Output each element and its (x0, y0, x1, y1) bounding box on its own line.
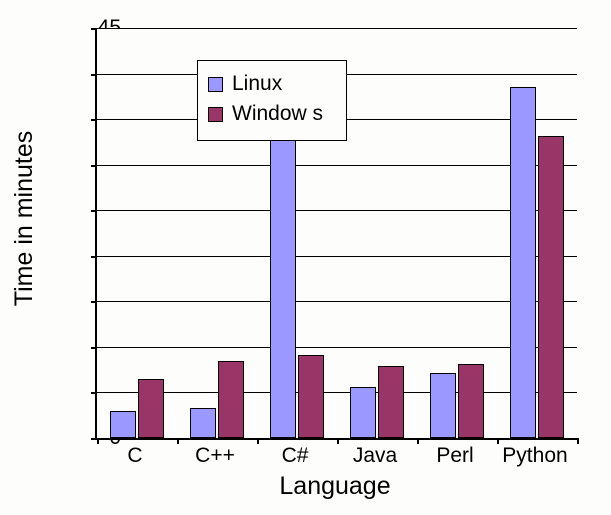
y-tick-mark (91, 347, 97, 349)
legend-item-linux: Linux (208, 69, 336, 99)
legend: Linux Window s (197, 60, 347, 141)
grid-line (97, 347, 577, 348)
grid-line (97, 301, 577, 302)
bar-windows (298, 355, 324, 438)
grid-line (97, 28, 577, 29)
grid-line (97, 256, 577, 257)
legend-label-windows: Window s (232, 99, 323, 129)
bar-linux (510, 87, 536, 438)
bar-windows (458, 364, 484, 438)
grid-line (97, 165, 577, 166)
legend-label-linux: Linux (232, 69, 282, 99)
x-axis-title: Language (279, 472, 390, 501)
x-tick-mark (577, 438, 579, 444)
bar-windows (218, 361, 244, 438)
legend-swatch-windows (208, 107, 223, 122)
y-tick-mark (91, 74, 97, 76)
legend-item-windows: Window s (208, 99, 336, 129)
x-tick-mark (337, 438, 339, 444)
grid-line (97, 392, 577, 393)
legend-swatch-linux (208, 77, 223, 92)
y-tick-mark (91, 165, 97, 167)
x-tick-label: Python (502, 444, 567, 468)
y-tick-mark (91, 301, 97, 303)
x-tick-mark (257, 438, 259, 444)
x-tick-label: Java (353, 444, 397, 468)
bar-linux (350, 387, 376, 438)
bar-linux (190, 408, 216, 438)
x-tick-label: C++ (195, 444, 235, 468)
x-tick-label: C# (282, 444, 309, 468)
x-tick-label: Perl (436, 444, 473, 468)
bar-linux (270, 133, 296, 438)
y-tick-mark (91, 28, 97, 30)
x-tick-mark (497, 438, 499, 444)
bar-windows (378, 366, 404, 438)
y-tick-mark (91, 119, 97, 121)
y-tick-mark (91, 210, 97, 212)
y-tick-mark (91, 256, 97, 258)
y-tick-mark (91, 392, 97, 394)
x-tick-mark (97, 438, 99, 444)
x-tick-mark (417, 438, 419, 444)
bar-windows (138, 379, 164, 438)
x-tick-mark (177, 438, 179, 444)
bar-windows (538, 136, 564, 438)
grid-line (97, 210, 577, 211)
bar-linux (110, 411, 136, 438)
bar-linux (430, 373, 456, 438)
x-tick-label: C (127, 444, 142, 468)
bar-chart: Time in minutes 051015202530354045 CC++C… (0, 0, 611, 515)
y-axis-title: Time in minutes (10, 43, 39, 219)
